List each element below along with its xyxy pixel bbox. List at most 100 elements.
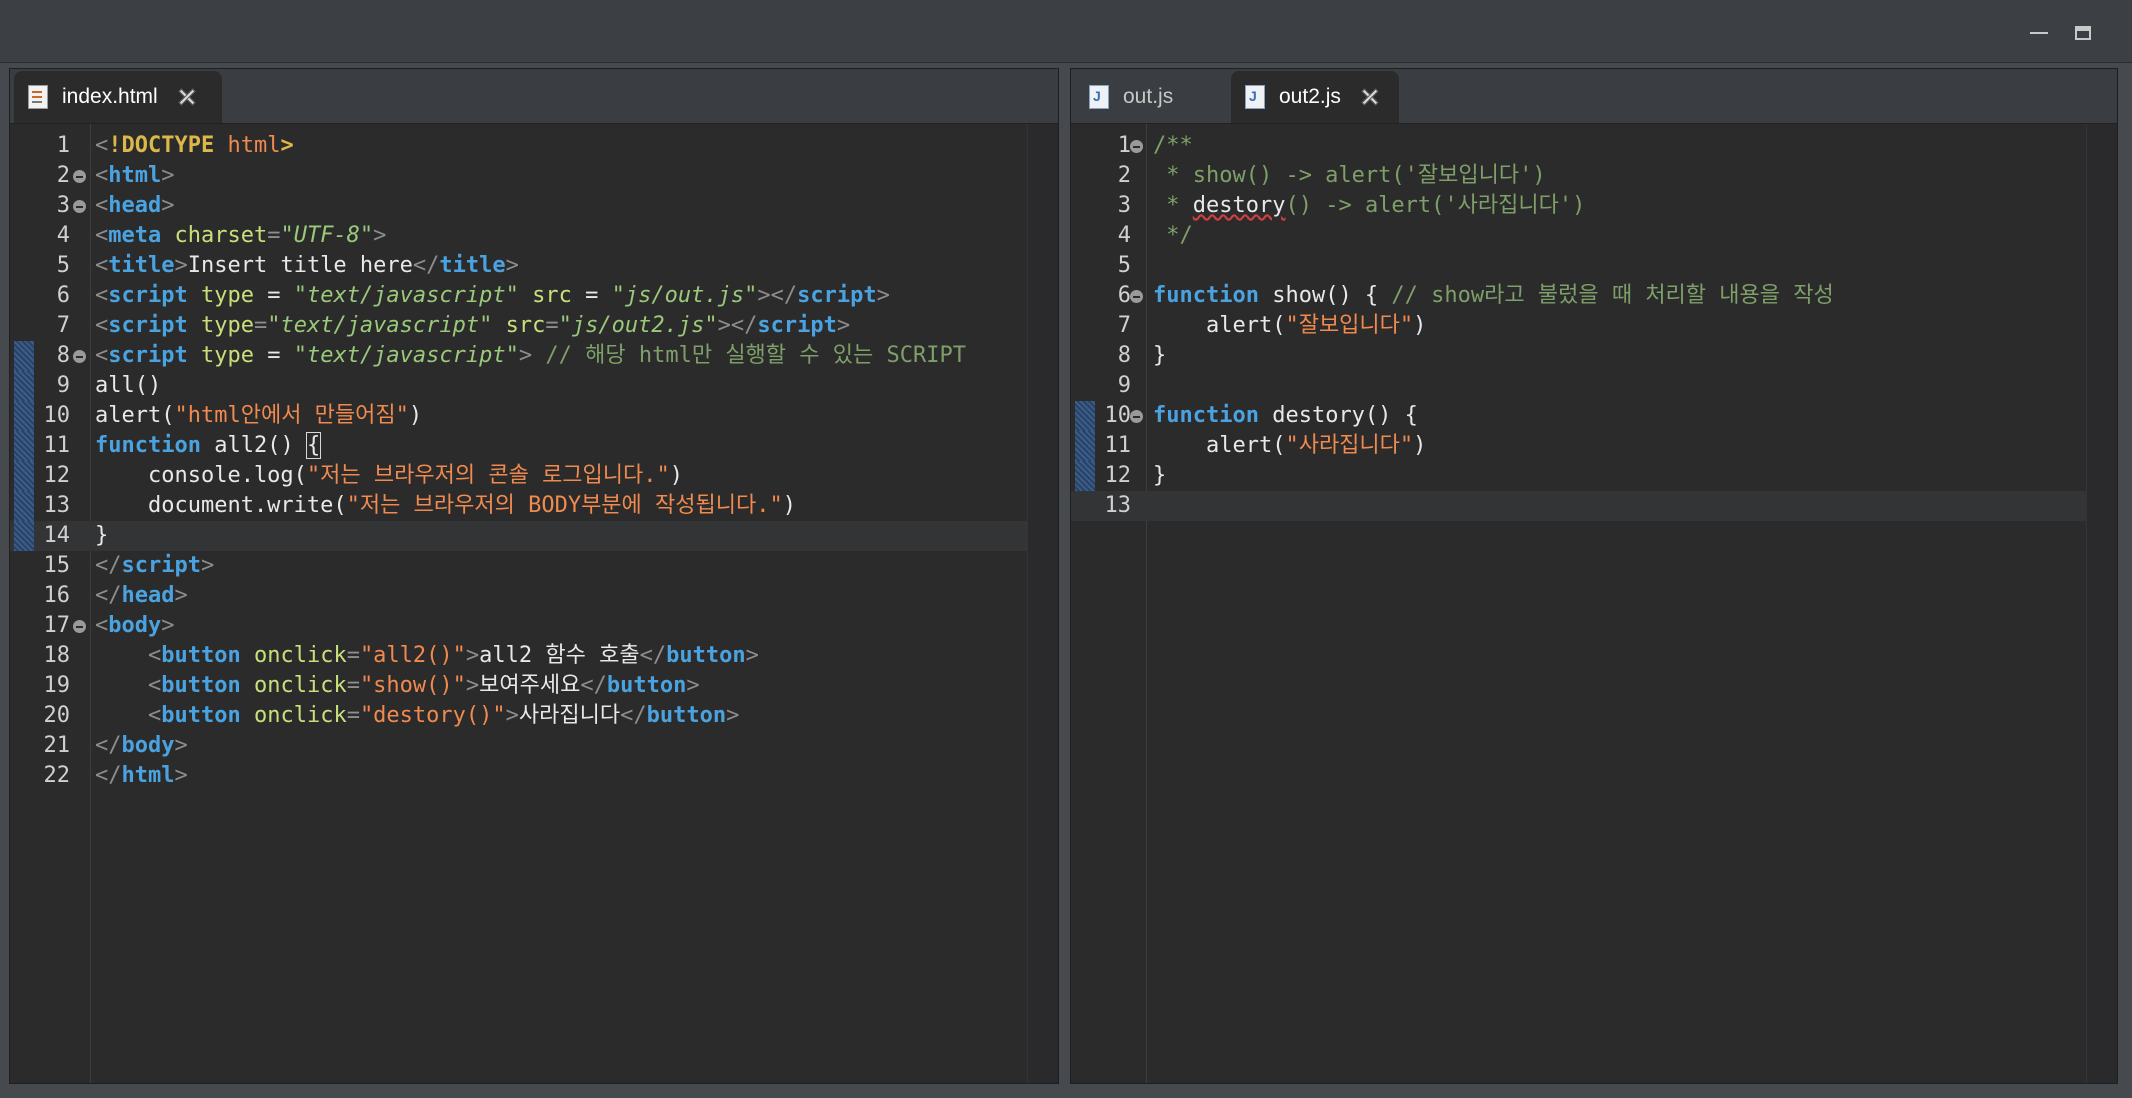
code-text: */ [1153,221,1193,251]
code-token: > [876,283,890,308]
code-line[interactable]: 19 <button onclick="show()">보여주세요</butto… [10,671,1028,701]
vertical-scrollbar[interactable] [2086,124,2117,1083]
line-number: 5 [1117,253,1131,278]
maximize-icon[interactable] [2075,26,2091,40]
code-line[interactable]: 21 </body> [10,731,1028,761]
code-line[interactable]: 13 [1071,491,2087,521]
code-line[interactable]: 1 /** [1071,131,2087,161]
code-token: </ [412,253,440,278]
close-tab-icon[interactable] [1361,88,1379,106]
code-line[interactable]: 15 </script> [10,551,1028,581]
code-line[interactable]: 22 </html> [10,761,1028,791]
code-text: } [1153,341,1166,371]
code-line[interactable]: 9 [1071,371,2087,401]
code-line[interactable]: 6 function show() { // show라고 불렀을 때 처리할 내… [1071,281,2087,311]
tab-out-js[interactable]: out.js [1075,71,1225,123]
code-text: document.write("저는 브라우저의 BODY부분에 작성됩니다."… [95,491,796,521]
code-token: "js/out.js" [611,283,758,308]
code-line[interactable]: 12 console.log("저는 브라우저의 콘솔 로그입니다.") [10,461,1028,491]
code-line[interactable]: 4 <meta charset="UTF-8"> [10,221,1028,251]
js-file-icon [1245,85,1265,109]
code-line[interactable]: 3 * destory() -> alert('사라집니다') [1071,191,2087,221]
code-line[interactable]: 10 alert("html안에서 만들어짐") [10,401,1028,431]
line-number: 21 [43,733,71,758]
code-token: < [95,163,109,188]
code-token: src [505,313,546,338]
code-token: > [505,703,519,728]
code-area[interactable]: 1 <!DOCTYPE html> 2 <html> 3 <head> 4 <meta cha… [10,124,1028,791]
code-line[interactable]: 8} [1071,341,2087,371]
code-line[interactable]: 13 document.write("저는 브라우저의 BODY부분에 작성됩니… [10,491,1028,521]
code-text: <title>Insert title here</title> [95,251,519,281]
code-token: = [253,283,294,308]
line-number: 1 [1117,133,1131,158]
line-number: 2 [56,163,70,188]
fold-toggle-icon[interactable] [73,170,86,183]
fold-toggle-icon[interactable] [1130,410,1143,423]
code-text: alert("잘보입니다") [1153,311,1426,341]
code-token: body [108,613,162,638]
code-line[interactable]: 1 <!DOCTYPE html> [10,131,1028,161]
code-text: } [95,521,108,551]
code-token: > [373,223,387,248]
code-token: ) [1413,313,1427,338]
line-number: 7 [56,313,70,338]
code-token: onclick [253,673,347,698]
code-line[interactable]: 11 alert("사라집니다") [1071,431,2087,461]
code-token: = [571,283,612,308]
code-token: = [545,313,559,338]
code-token: > [161,613,175,638]
line-number: 4 [56,223,70,248]
minimize-icon[interactable] [2030,32,2048,34]
code-line[interactable]: 16 </head> [10,581,1028,611]
tab-label: index.html [62,85,158,108]
fold-toggle-icon[interactable] [73,200,86,213]
code-token: !DOCTYPE [108,133,215,158]
code-line[interactable]: 4 */ [1071,221,2087,251]
fold-toggle-icon[interactable] [1130,290,1143,303]
line-number: 6 [1117,283,1131,308]
code-line[interactable]: 2 <html> [10,161,1028,191]
code-token: = [346,643,360,668]
right-tab-bar: out.js out2.js [1071,69,2117,124]
code-token: document.write( [95,493,347,518]
code-line[interactable]: 5 [1071,251,2087,281]
code-line[interactable]: 2 * show() -> alert('잘보입니다') [1071,161,2087,191]
close-tab-icon[interactable] [178,88,196,106]
line-number: 8 [56,343,70,368]
tab-out2-js[interactable]: out2.js [1231,71,1399,123]
code-line[interactable]: 3 <head> [10,191,1028,221]
fold-toggle-icon[interactable] [1130,140,1143,153]
line-number: 13 [43,493,71,518]
line-number: 17 [43,613,71,638]
code-line[interactable]: 17 <body> [10,611,1028,641]
code-line[interactable]: 12} [1071,461,2087,491]
code-line[interactable]: 10 function destory() { [1071,401,2087,431]
fold-toggle-icon[interactable] [73,620,86,633]
code-line[interactable]: 5 <title>Insert title here</title> [10,251,1028,281]
code-token: // 해당 html만 실행할 수 있는 SCRIPT [545,343,966,368]
left-tab-bar: index.html [10,69,1058,124]
code-token: onclick [253,703,347,728]
code-token: ) [782,493,796,518]
window-toolbar [0,0,2132,63]
code-line[interactable]: 9 all() [10,371,1028,401]
vertical-scrollbar[interactable] [1027,124,1058,1083]
code-line[interactable]: 14} [10,521,1028,551]
code-token: </ [95,553,122,578]
right-editor-pane: out.js out2.js 1 /** 2 * show() -> alert('… [1070,68,2118,1084]
code-line[interactable]: 8 <script type = "text/javascript"> // 해당… [10,341,1028,371]
code-line[interactable]: 7 <script type="text/javascript" src="js/… [10,311,1028,341]
fold-toggle-icon[interactable] [73,350,86,363]
left-code-editor[interactable]: 1 <!DOCTYPE html> 2 <html> 3 <head> 4 <meta cha… [10,124,1058,1083]
tab-index-html[interactable]: index.html [14,71,222,123]
code-line[interactable]: 18 <button onclick="all2()">all2 함수 호출</… [10,641,1028,671]
code-text: </html> [95,761,188,791]
code-line[interactable]: 7 alert("잘보입니다") [1071,311,2087,341]
code-token: button [666,643,746,668]
code-line[interactable]: 20 <button onclick="destory()">사라집니다</bu… [10,701,1028,731]
code-area[interactable]: 1/** 2 * show() -> alert('잘보입니다') 3 * dest… [1071,124,2087,521]
right-code-editor[interactable]: 1/** 2 * show() -> alert('잘보입니다') 3 * dest… [1071,124,2117,1083]
code-line[interactable]: 11 function all2() { [10,431,1028,461]
code-line[interactable]: 6 <script type = "text/javascript" src = … [10,281,1028,311]
